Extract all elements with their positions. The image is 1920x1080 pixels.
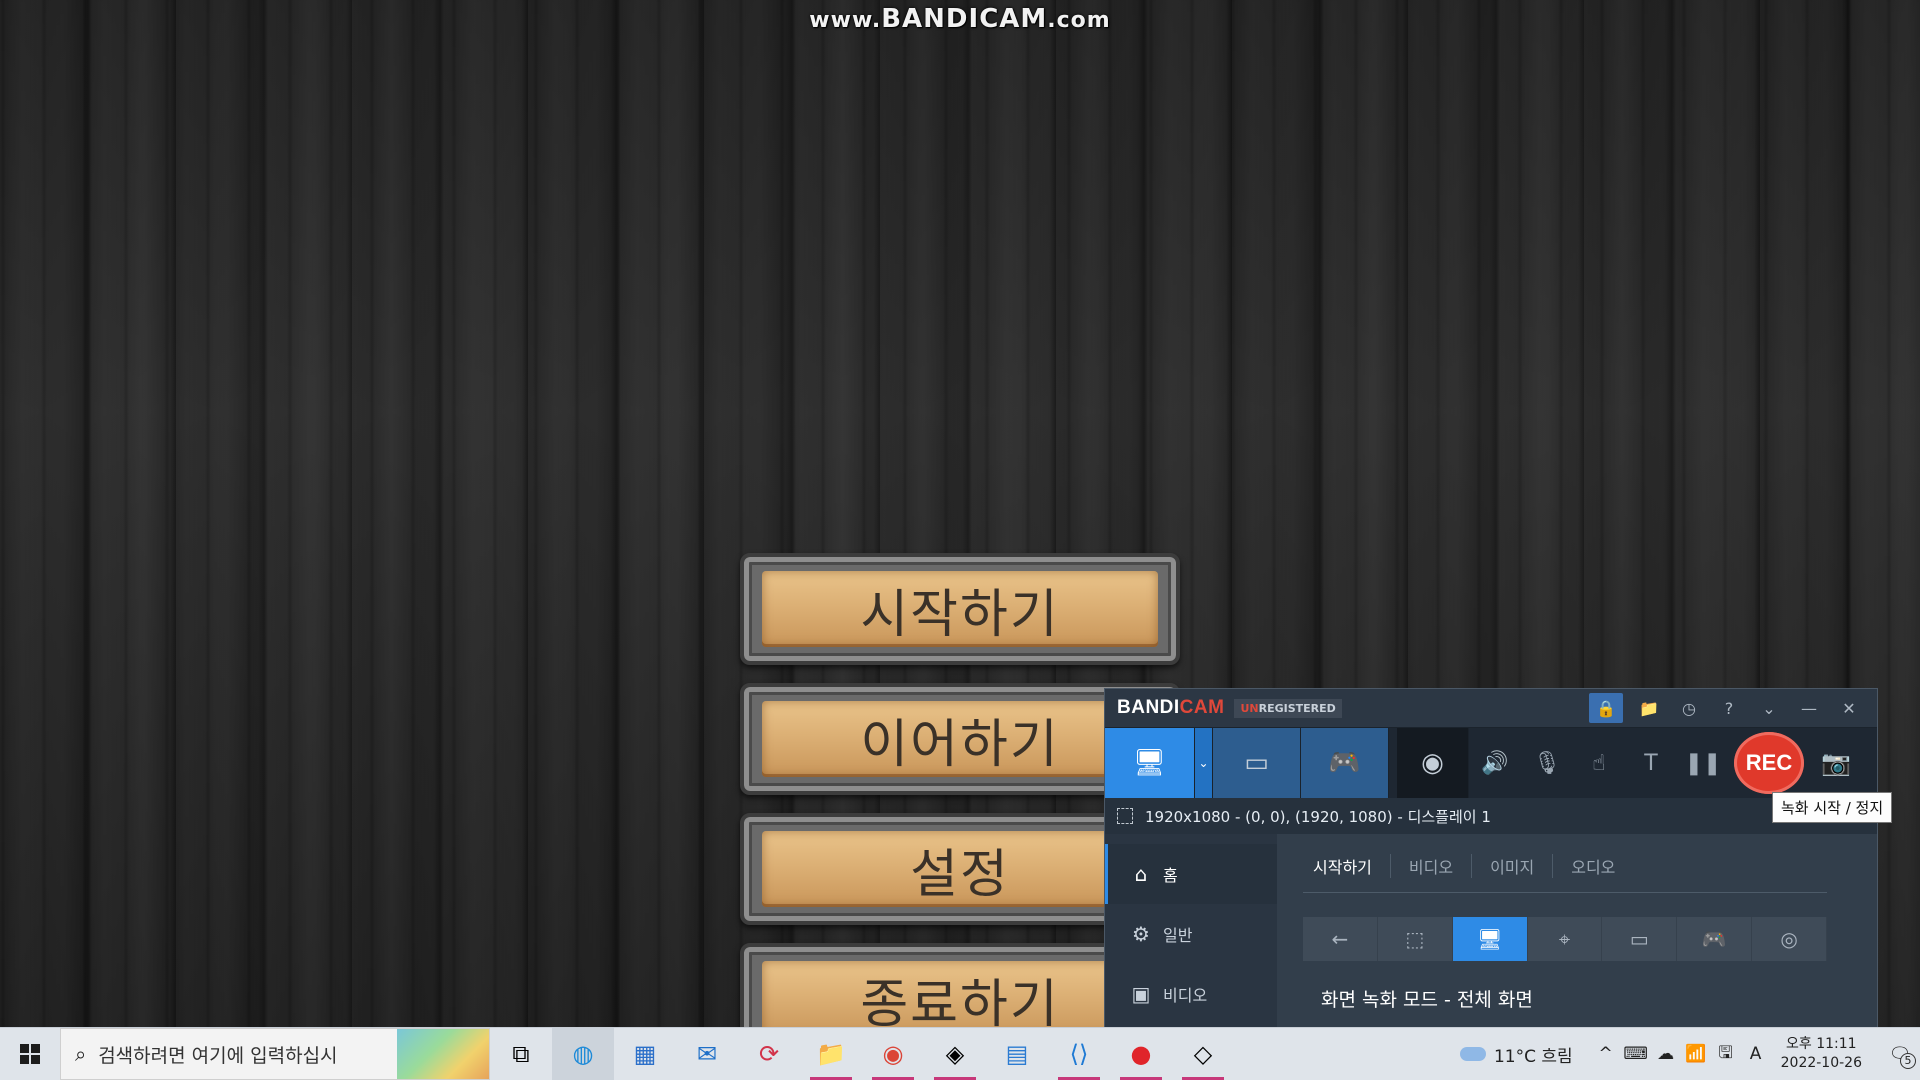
bandicam-window: BANDICAM UNREGISTERED 🔒 📁 ◷ ? ⌄ — ✕ 🖥 ⌄ … [1104, 688, 1878, 1032]
start-game-button[interactable]: 시작하기 [740, 553, 1180, 665]
chevron-up-icon[interactable]: ^ [1591, 1044, 1621, 1064]
vscode-icon[interactable]: ⟨⟩ [1048, 1028, 1110, 1080]
help-icon[interactable]: ? [1709, 689, 1749, 727]
task-view-icon[interactable]: ⧉ [490, 1028, 552, 1080]
bandicam-titlebar[interactable]: BANDICAM UNREGISTERED 🔒 📁 ◷ ? ⌄ — ✕ [1105, 689, 1877, 728]
tab-getting-started[interactable]: 시작하기 [1303, 854, 1391, 878]
webcam-icon[interactable]: ◉ [1397, 728, 1469, 798]
gamepad-icon[interactable]: 🎮 [1677, 917, 1753, 961]
input-language-icon[interactable]: A [1741, 1044, 1771, 1064]
unity-hub-icon[interactable]: ◈ [924, 1028, 986, 1080]
tab-video[interactable]: 비디오 [1391, 854, 1473, 878]
notepad-app-icon[interactable]: ▤ [986, 1028, 1048, 1080]
settings-label: 설정 [910, 844, 1010, 905]
home-tabs: 시작하기 비디오 이미지 오디오 [1303, 840, 1827, 893]
screenshot-camera-icon[interactable]: 📷 [1809, 728, 1863, 798]
microphone-icon[interactable]: 🎙 [1521, 728, 1573, 798]
notification-count: 5 [1900, 1052, 1916, 1069]
weather-widget[interactable]: 11°C 흐림 [1459, 1042, 1573, 1067]
lock-icon[interactable]: 🔒 [1589, 693, 1623, 723]
audio-only-icon[interactable]: ◎ [1752, 917, 1828, 961]
collapse-icon[interactable]: ⌄ [1749, 689, 1789, 727]
cursor-effect-icon[interactable]: ☝ [1573, 728, 1625, 798]
clock-icon[interactable]: ◷ [1669, 689, 1709, 727]
bandicam-logo: BANDICAM [1117, 697, 1225, 718]
bandicam-icon[interactable]: ● [1110, 1028, 1172, 1080]
home-icon: ⌂ [1134, 862, 1148, 886]
search-placeholder: 검색하려면 여기에 입력하십시 [98, 1044, 338, 1067]
unity-icon[interactable]: ◇ [1172, 1028, 1234, 1080]
keyboard-icon[interactable]: ⌨ [1621, 1044, 1651, 1064]
selection-area-icon [1117, 808, 1133, 824]
bandicam-toolbar: 🖥 ⌄ ▭ 🎮 ◉ 🔊 🎙 ☝ T ❚❚ REC 📷 [1105, 728, 1877, 798]
system-clock[interactable]: 오후 11:11 2022-10-26 [1781, 1035, 1862, 1073]
mail-icon[interactable]: ✉ [676, 1028, 738, 1080]
sync-app-icon[interactable]: ⟳ [738, 1028, 800, 1080]
windows-logo-icon [20, 1044, 40, 1064]
screen-mode-dropdown[interactable]: ⌄ [1195, 728, 1213, 798]
close-icon[interactable]: ✕ [1829, 689, 1869, 727]
sidebar-item-general[interactable]: ⚙ 일반 [1105, 904, 1277, 964]
search-icon: ⌕ [75, 1042, 87, 1066]
capture-area-info: 1920x1080 - (0, 0), (1920, 1080) - 디스플레이… [1105, 798, 1877, 834]
game-mode-button[interactable]: 🎮 [1301, 728, 1389, 798]
speaker-icon[interactable]: 🔊 [1469, 728, 1521, 798]
tab-image[interactable]: 이미지 [1472, 854, 1554, 878]
bandicam-sidebar: ⌂ 홈 ⚙ 일반 ▣ 비디오 [1105, 834, 1277, 1031]
rec-button[interactable]: REC [1734, 732, 1804, 794]
screen-mode-button[interactable]: 🖥 [1105, 728, 1195, 798]
mode-caption: 화면 녹화 모드 - 전체 화면 [1321, 989, 1533, 1011]
gear-icon: ⚙ [1132, 922, 1150, 946]
minimize-icon[interactable]: — [1789, 689, 1829, 727]
back-arrow-icon[interactable]: ← [1303, 917, 1378, 961]
start-game-label: 시작하기 [860, 584, 1060, 645]
cloud-icon [1459, 1047, 1486, 1061]
store-icon[interactable]: ▦ [614, 1028, 676, 1080]
search-highlight-image [397, 1029, 489, 1079]
quit-game-label: 종료하기 [860, 974, 1060, 1035]
windows-taskbar: ⌕ 검색하려면 여기에 입력하십시 ⧉ ◍ ▦ ✉ ⟳ 📁 ◉ ◈ ▤ ⟨⟩ ●… [0, 1027, 1920, 1080]
volume-icon[interactable]: 🖫 [1711, 1040, 1741, 1069]
sidebar-item-home[interactable]: ⌂ 홈 [1105, 844, 1277, 904]
video-settings-icon: ▣ [1131, 982, 1151, 1006]
recording-mode-bar: ← ⬚ 🖥 ⌖ ▭ 🎮 ◎ [1303, 917, 1828, 961]
pause-icon[interactable]: ❚❚ [1677, 728, 1729, 798]
fullscreen-icon[interactable]: 🖥 [1452, 917, 1528, 961]
capture-area-text: 1920x1080 - (0, 0), (1920, 1080) - 디스플레이… [1145, 807, 1491, 826]
device-mode-button[interactable]: ▭ [1213, 728, 1301, 798]
taskbar-search[interactable]: ⌕ 검색하려면 여기에 입력하십시 [60, 1028, 490, 1080]
bandicam-watermark: www.BANDICAM.com [809, 4, 1111, 34]
file-explorer-icon[interactable]: 📁 [800, 1028, 862, 1080]
edge-icon[interactable]: ◍ [552, 1028, 614, 1080]
chrome-icon[interactable]: ◉ [862, 1028, 924, 1080]
rect-area-icon[interactable]: ⬚ [1378, 917, 1453, 961]
folder-icon[interactable]: 📁 [1629, 689, 1669, 727]
sidebar-item-video[interactable]: ▣ 비디오 [1105, 964, 1277, 1024]
bandicam-main-panel: 시작하기 비디오 이미지 오디오 ← ⬚ 🖥 ⌖ ▭ 🎮 ◎ 화면 녹화 모드 … [1277, 834, 1877, 1031]
unregistered-badge: UNREGISTERED [1234, 698, 1342, 718]
text-overlay-icon[interactable]: T [1625, 728, 1677, 798]
cursor-area-icon[interactable]: ⌖ [1528, 917, 1603, 961]
notification-center-icon[interactable]: 🗨 5 [1880, 1044, 1920, 1069]
start-button[interactable] [0, 1028, 60, 1080]
system-tray: 11°C 흐림 ^ ⌨ ☁ 📶 🖫 A 오후 11:11 2022-10-26 … [1459, 1028, 1920, 1080]
continue-game-label: 이어하기 [860, 714, 1060, 775]
tab-audio[interactable]: 오디오 [1553, 854, 1633, 878]
hdmi-icon[interactable]: ▭ [1602, 917, 1678, 961]
rec-tooltip: 녹화 시작 / 정지 [1772, 792, 1893, 823]
onedrive-icon[interactable]: ☁ [1651, 1044, 1681, 1064]
wifi-icon[interactable]: 📶 [1681, 1044, 1711, 1064]
